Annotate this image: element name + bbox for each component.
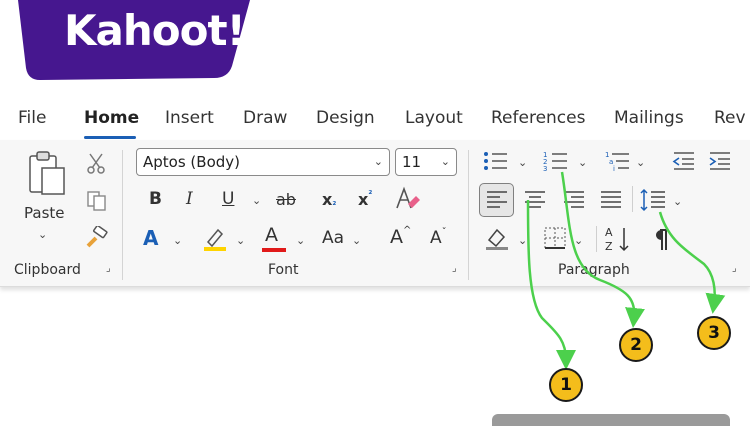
chevron-down-icon[interactable]: ⌄ <box>173 234 182 247</box>
dialog-launcher-icon[interactable]: ⌟ <box>106 264 116 274</box>
line-spacing-icon[interactable] <box>640 188 666 212</box>
grow-font-button[interactable]: A^ <box>390 225 412 248</box>
copy-icon[interactable] <box>86 190 108 212</box>
align-left-icon <box>487 191 507 208</box>
divider <box>632 186 633 212</box>
clipboard-group-label: Clipboard <box>14 262 81 278</box>
group-separator <box>468 150 469 280</box>
font-size-dropdown[interactable]: 11 ⌄ <box>395 148 457 176</box>
shading-icon[interactable] <box>484 226 510 252</box>
justify-icon[interactable] <box>600 190 622 210</box>
tab-home[interactable]: Home <box>84 108 139 128</box>
caret-up-icon: ^ <box>403 225 412 236</box>
highlight-icon[interactable] <box>202 226 228 252</box>
increase-indent-icon[interactable] <box>708 151 732 171</box>
active-tab-indicator <box>84 136 136 139</box>
chevron-down-icon[interactable]: ⌄ <box>252 194 261 207</box>
bottom-panel-edge <box>492 414 730 426</box>
underline-button[interactable]: U <box>222 189 234 209</box>
superscript-button[interactable]: x² <box>358 190 372 209</box>
align-center-icon[interactable] <box>524 190 546 210</box>
subscript-button[interactable]: x₂ <box>322 190 336 209</box>
multilevel-list-icon[interactable]: 1 a i <box>605 150 631 172</box>
numbering-icon[interactable]: 1 2 3 <box>543 150 569 172</box>
group-separator <box>122 150 123 280</box>
decrease-indent-icon[interactable] <box>672 151 696 171</box>
chevron-down-icon[interactable]: ⌄ <box>578 156 587 169</box>
font-color-swatch <box>262 248 286 252</box>
svg-text:3: 3 <box>543 165 547 172</box>
superscript-marker: ² <box>368 190 373 200</box>
italic-button[interactable]: I <box>186 189 193 209</box>
svg-text:Z: Z <box>605 240 613 253</box>
logo-text: Kahoot! <box>64 6 246 55</box>
tab-references[interactable]: References <box>491 108 585 128</box>
font-color-button[interactable]: A <box>265 224 278 246</box>
chevron-down-icon[interactable]: ⌄ <box>518 156 527 169</box>
tab-insert[interactable]: Insert <box>165 108 214 128</box>
chevron-down-icon: ⌄ <box>440 155 450 168</box>
chevron-down-icon[interactable]: ⌄ <box>236 234 245 247</box>
chevron-down-icon[interactable]: ⌄ <box>296 234 305 247</box>
shrink-font-label: A <box>430 228 442 248</box>
bold-button[interactable]: B <box>149 189 162 209</box>
chevron-down-icon[interactable]: ⌄ <box>38 228 47 241</box>
svg-text:A: A <box>605 226 613 239</box>
subscript-marker: ₂ <box>332 198 337 208</box>
paste-icon[interactable] <box>24 150 70 202</box>
ribbon-tabs: File Home Insert Draw Design Layout Refe… <box>0 104 750 138</box>
show-formatting-marks-icon[interactable] <box>652 228 672 252</box>
divider <box>596 226 597 252</box>
tab-layout[interactable]: Layout <box>405 108 463 128</box>
font-group-label: Font <box>268 262 299 278</box>
annotation-badge-1: 1 <box>549 368 583 402</box>
tab-design[interactable]: Design <box>316 108 375 128</box>
align-right-icon[interactable] <box>563 190 585 210</box>
borders-icon[interactable] <box>543 226 567 250</box>
subscript-label: x <box>322 190 333 209</box>
dialog-launcher-icon[interactable]: ⌟ <box>732 264 742 274</box>
dialog-launcher-icon[interactable]: ⌟ <box>452 264 462 274</box>
font-name-value: Aptos (Body) <box>143 153 240 171</box>
chevron-down-icon[interactable]: ⌄ <box>636 156 645 169</box>
sort-icon[interactable]: A Z <box>604 224 634 254</box>
tab-draw[interactable]: Draw <box>243 108 287 128</box>
grow-font-label: A <box>390 226 403 248</box>
strikethrough-button[interactable]: ab <box>276 190 296 209</box>
paste-label[interactable]: Paste <box>24 204 65 222</box>
text-effects-button[interactable]: A <box>143 226 158 250</box>
annotation-badge-3: 3 <box>697 316 731 350</box>
chevron-down-icon[interactable]: ⌄ <box>352 234 361 247</box>
clear-formatting-icon[interactable] <box>394 186 422 212</box>
format-painter-icon[interactable] <box>84 226 110 250</box>
font-size-value: 11 <box>402 153 422 171</box>
tab-review[interactable]: Rev <box>714 108 746 128</box>
shrink-font-button[interactable]: Aˇ <box>430 227 447 248</box>
superscript-label: x <box>358 190 369 209</box>
tab-mailings[interactable]: Mailings <box>614 108 684 128</box>
annotation-badge-2: 2 <box>619 328 653 362</box>
paragraph-group-label: Paragraph <box>558 262 630 278</box>
change-case-button[interactable]: Aa <box>322 228 344 248</box>
caret-down-icon: ˇ <box>441 227 447 238</box>
font-name-dropdown[interactable]: Aptos (Body) ⌄ <box>136 148 390 176</box>
svg-text:i: i <box>613 165 615 172</box>
chevron-down-icon[interactable]: ⌄ <box>673 195 682 208</box>
tab-file[interactable]: File <box>18 108 46 128</box>
chevron-down-icon[interactable]: ⌄ <box>518 234 527 247</box>
bullets-icon[interactable] <box>483 150 509 172</box>
chevron-down-icon[interactable]: ⌄ <box>574 234 583 247</box>
chevron-down-icon: ⌄ <box>373 155 383 168</box>
cut-icon[interactable] <box>86 152 106 174</box>
